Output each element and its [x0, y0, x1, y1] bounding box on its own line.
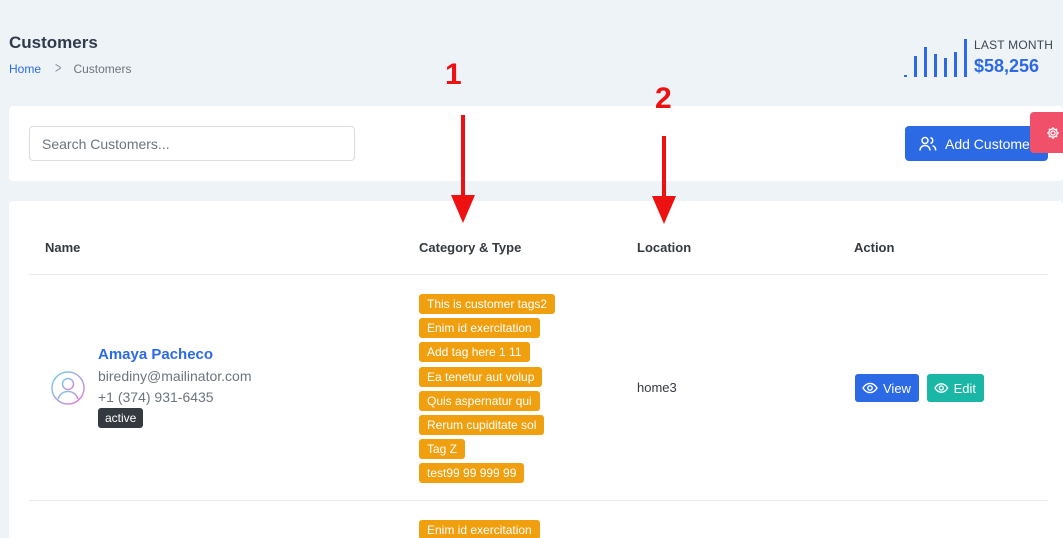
- page-title: Customers: [9, 33, 98, 52]
- annotation-arrow-2: [652, 136, 676, 224]
- tag-badge: Rerum cupiditate sol: [419, 414, 545, 435]
- header-action: Action: [854, 240, 895, 255]
- tag-badge: test99 99 999 99: [419, 463, 525, 484]
- gear-icon: [1046, 126, 1059, 139]
- tag-list: This is customer tags2 Enim id exercitat…: [419, 294, 556, 488]
- annotation-arrow-1: [451, 115, 475, 223]
- stat-text: LAST MONTH $58,256: [974, 38, 1053, 77]
- sparkline-bar: [924, 47, 927, 77]
- tag-badge: This is customer tags2: [419, 294, 556, 314]
- users-icon: [919, 136, 937, 151]
- breadcrumb-current: Customers: [73, 62, 132, 76]
- annotation-number-1: 1: [445, 58, 462, 91]
- sparkline-bar: [954, 52, 957, 77]
- sparkline-bar: [904, 75, 907, 77]
- row-divider: [29, 500, 1048, 501]
- customer-name[interactable]: Amaya Pacheco: [98, 346, 213, 363]
- header-name[interactable]: Name: [45, 240, 80, 255]
- status-badge: active: [98, 408, 144, 428]
- view-label: View: [883, 380, 911, 396]
- sparkline-bars: [904, 39, 974, 77]
- header-location[interactable]: Location: [637, 240, 691, 255]
- tag-list: Enim id exercitation: [419, 520, 540, 538]
- tag-badge: Add tag here 1 11: [419, 342, 530, 363]
- add-customer-label: Add Customer: [945, 135, 1035, 152]
- last-month-stat: LAST MONTH $58,256: [904, 38, 1053, 77]
- add-customer-button[interactable]: Add Customer: [905, 126, 1048, 161]
- tag-badge: Ea tenetur aut volup: [419, 366, 543, 387]
- stat-value: $58,256: [974, 56, 1040, 76]
- view-button[interactable]: View: [855, 374, 919, 402]
- chevron-right-icon: >: [55, 60, 62, 78]
- settings-tab[interactable]: [1030, 112, 1063, 153]
- edit-button[interactable]: Edit: [927, 374, 984, 402]
- tag-badge: Quis aspernatur qui: [419, 390, 540, 411]
- search-input[interactable]: [29, 126, 355, 161]
- toolbar-card: Add Customer: [9, 106, 1063, 181]
- customers-table-card: Name Category & Type Location Action Ama…: [9, 201, 1063, 538]
- tag-badge: Tag Z: [419, 439, 466, 460]
- breadcrumb-home[interactable]: Home: [9, 62, 41, 76]
- edit-label: Edit: [953, 380, 976, 396]
- customer-location: home3: [637, 380, 677, 395]
- sparkline-bar: [944, 58, 947, 77]
- customer-phone: +1 (374) 931-6435: [98, 389, 214, 405]
- avatar: [51, 371, 85, 405]
- customer-email: birediny@mailinator.com: [98, 368, 252, 384]
- eye-icon: [862, 382, 878, 394]
- tag-badge: Enim id exercitation: [419, 318, 540, 339]
- stat-label: LAST MONTH: [974, 38, 1054, 52]
- annotation-number-2: 2: [655, 82, 672, 115]
- breadcrumb: Home > Customers: [9, 60, 132, 78]
- header-divider: [29, 274, 1048, 275]
- sparkline-bar: [934, 54, 937, 77]
- tag-badge: Enim id exercitation: [419, 520, 540, 538]
- eye-icon: [934, 383, 949, 393]
- header-category[interactable]: Category & Type: [419, 240, 521, 255]
- sparkline-bar: [964, 39, 967, 77]
- sparkline-bar: [914, 56, 917, 77]
